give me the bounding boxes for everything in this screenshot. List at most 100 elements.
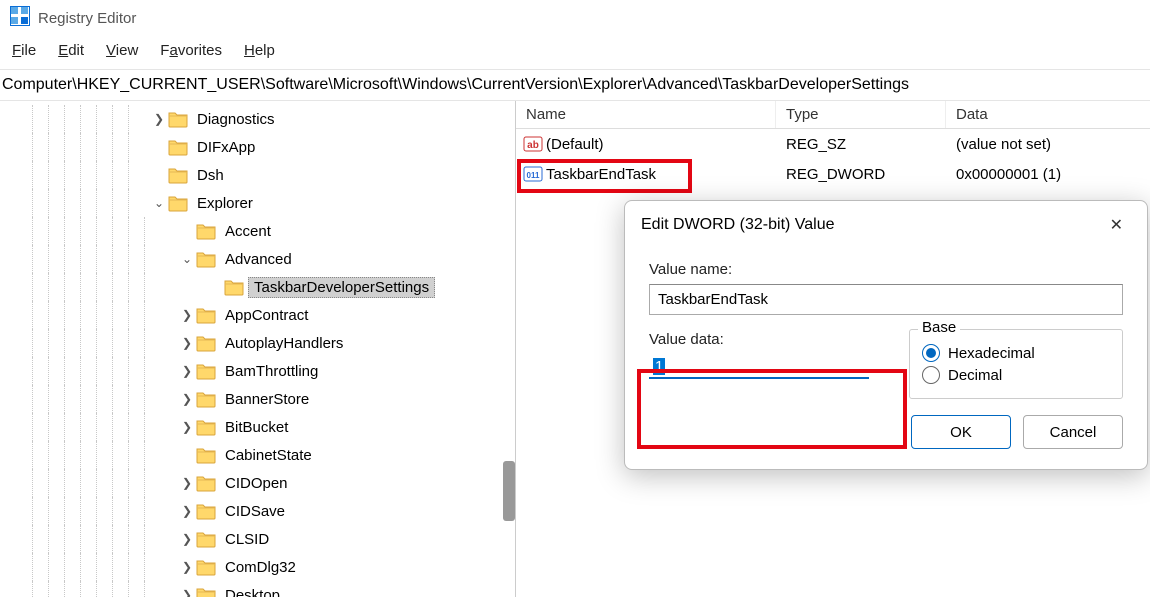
tree-item[interactable]: ❯ CIDSave (0, 497, 515, 525)
scrollbar-thumb[interactable] (503, 461, 515, 521)
tree-item[interactable]: ❯ Desktop (0, 581, 515, 597)
folder-icon (168, 138, 188, 156)
col-header-name[interactable]: Name (516, 101, 776, 128)
title-bar: Registry Editor (0, 0, 1150, 36)
base-label: Base (918, 319, 960, 336)
list-header[interactable]: Name Type Data (516, 101, 1150, 129)
tree-item[interactable]: ❯BitBucket (0, 413, 515, 441)
value-data-label: Value data: (649, 331, 889, 348)
tree-label: CIDOpen (220, 474, 293, 493)
close-icon[interactable]: ✕ (1102, 213, 1131, 237)
svg-text:011: 011 (527, 171, 540, 180)
folder-icon (196, 362, 216, 380)
expander-icon[interactable]: ❯ (178, 392, 196, 406)
folder-icon (168, 194, 188, 212)
tree-item[interactable]: ❯ CIDOpen (0, 469, 515, 497)
tree-item[interactable]: Dsh (0, 161, 515, 189)
tree-label: CLSID (220, 530, 274, 549)
value-name-field[interactable]: TaskbarEndTask (649, 284, 1123, 315)
cancel-button[interactable]: Cancel (1023, 415, 1123, 449)
folder-icon (224, 278, 244, 296)
folder-icon (196, 306, 216, 324)
list-row[interactable]: ab (Default) REG_SZ(value not set) (516, 129, 1150, 159)
tree-item[interactable]: ❯ BannerStore (0, 385, 515, 413)
menu-view[interactable]: View (106, 42, 138, 59)
radio-hexadecimal[interactable]: Hexadecimal (922, 344, 1110, 362)
tree-item[interactable]: TaskbarDeveloperSettings (0, 273, 515, 301)
tree-label: CIDSave (220, 502, 290, 521)
base-fieldset: Base Hexadecimal Decimal (909, 329, 1123, 399)
expander-icon[interactable]: ❯ (178, 420, 196, 434)
tree-item[interactable]: ⌄ Explorer (0, 189, 515, 217)
tree-item[interactable]: ❯ AppContract (0, 301, 515, 329)
tree-item[interactable]: ❯Diagnostics (0, 105, 515, 133)
tree-label: Accent (220, 222, 276, 241)
expander-icon[interactable]: ❯ (178, 560, 196, 574)
tree-item[interactable]: ❯AutoplayHandlers (0, 329, 515, 357)
value-data-input[interactable]: 1 (649, 354, 869, 379)
tree-panel[interactable]: ❯Diagnostics DIFxApp Dsh ⌄ Explorer Accent ⌄ Ad… (0, 101, 516, 597)
value-name: TaskbarEndTask (546, 166, 656, 183)
folder-icon (196, 390, 216, 408)
expander-icon[interactable]: ❯ (178, 532, 196, 546)
folder-icon (196, 474, 216, 492)
col-header-type[interactable]: Type (776, 101, 946, 128)
tree-item[interactable]: Accent (0, 217, 515, 245)
radio-icon (922, 366, 940, 384)
reg-value-icon: 011 (522, 163, 544, 185)
tree-label: Explorer (192, 194, 258, 213)
regedit-icon (10, 6, 30, 30)
tree-label: BannerStore (220, 390, 314, 409)
tree-item[interactable]: ❯ ComDlg32 (0, 553, 515, 581)
value-name-label: Value name: (649, 261, 1123, 278)
tree-label: DIFxApp (192, 138, 260, 157)
expander-icon[interactable]: ❯ (178, 504, 196, 518)
tree-label: Advanced (220, 250, 297, 269)
menu-edit[interactable]: Edit (58, 42, 84, 59)
tree-item[interactable]: ❯ CLSID (0, 525, 515, 553)
tree-label: ComDlg32 (220, 558, 301, 577)
folder-icon (196, 250, 216, 268)
expander-icon[interactable]: ❯ (150, 112, 168, 126)
svg-text:ab: ab (527, 140, 539, 151)
address-bar[interactable]: Computer\HKEY_CURRENT_USER\Software\Micr… (0, 70, 1150, 101)
folder-icon (196, 222, 216, 240)
expander-icon[interactable]: ❯ (178, 588, 196, 597)
tree-item[interactable]: ❯ BamThrottling (0, 357, 515, 385)
radio-decimal[interactable]: Decimal (922, 366, 1110, 384)
value-data: (value not set) (946, 136, 1150, 153)
col-header-data[interactable]: Data (946, 101, 1150, 128)
folder-icon (196, 558, 216, 576)
value-type: REG_SZ (776, 136, 946, 153)
menu-favorites[interactable]: Favorites (160, 42, 222, 59)
radio-icon (922, 344, 940, 362)
expander-icon[interactable]: ❯ (178, 308, 196, 322)
tree-label: TaskbarDeveloperSettings (248, 277, 435, 298)
value-type: REG_DWORD (776, 166, 946, 183)
window-title: Registry Editor (38, 10, 136, 27)
menu-bar: File Edit View Favorites Help (0, 36, 1150, 70)
tree-label: AppContract (220, 306, 313, 325)
ok-button[interactable]: OK (911, 415, 1011, 449)
expander-icon[interactable]: ⌄ (178, 252, 196, 266)
dialog-title: Edit DWORD (32-bit) Value (641, 216, 835, 234)
tree-label: Desktop (220, 586, 285, 598)
expander-icon[interactable]: ❯ (178, 364, 196, 378)
tree-item[interactable]: ⌄ Advanced (0, 245, 515, 273)
folder-icon (196, 586, 216, 597)
folder-icon (196, 446, 216, 464)
folder-icon (196, 334, 216, 352)
list-row[interactable]: 011TaskbarEndTaskREG_DWORD0x00000001 (1) (516, 159, 1150, 189)
menu-help[interactable]: Help (244, 42, 275, 59)
expander-icon[interactable]: ⌄ (150, 196, 168, 210)
tree-label: BamThrottling (220, 362, 323, 381)
folder-icon (196, 530, 216, 548)
expander-icon[interactable]: ❯ (178, 476, 196, 490)
folder-icon (196, 418, 216, 436)
expander-icon[interactable]: ❯ (178, 336, 196, 350)
menu-file[interactable]: File (12, 42, 36, 59)
tree-item[interactable]: CabinetState (0, 441, 515, 469)
tree-item[interactable]: DIFxApp (0, 133, 515, 161)
value-name: (Default) (546, 136, 604, 153)
folder-icon (168, 110, 188, 128)
